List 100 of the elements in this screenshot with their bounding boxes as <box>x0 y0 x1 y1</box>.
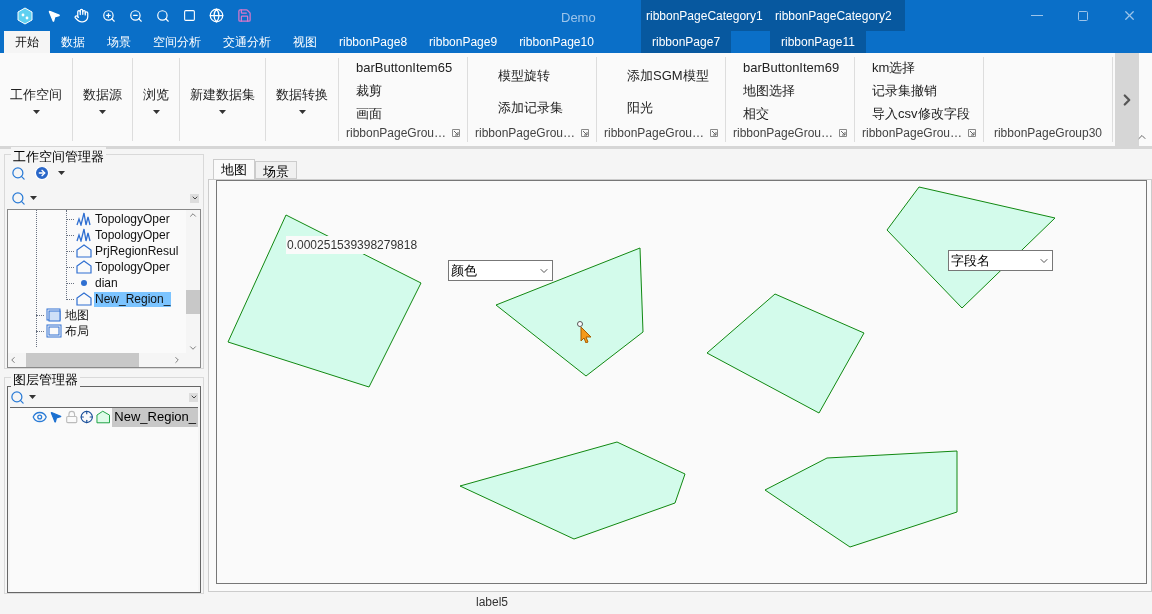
status-label: label5 <box>476 594 509 611</box>
options-button[interactable] <box>189 392 198 402</box>
caret-icon <box>58 171 65 175</box>
app-logo-icon <box>16 6 34 25</box>
layer-name[interactable]: New_Region_ <box>112 408 198 427</box>
chevron-left-icon <box>8 355 18 365</box>
line-dataset-icon <box>76 212 92 226</box>
ribbon-tab[interactable]: 场景 <box>96 31 142 53</box>
panel-title: 工作空间管理器 <box>11 147 106 167</box>
search-icon[interactable] <box>11 190 26 206</box>
dropdown-field[interactable]: 字段名 <box>948 250 1053 271</box>
full-extent-icon[interactable] <box>183 9 196 22</box>
ribbon-item-button[interactable]: 记录集撤销 <box>872 82 983 100</box>
ribbon-tab[interactable]: 空间分析 <box>142 31 212 53</box>
globe-icon[interactable] <box>209 8 224 23</box>
caret-icon <box>219 110 226 115</box>
ribbon-item-button[interactable]: 添加记录集 <box>498 99 563 117</box>
group-caption: ribbonPageGrou… <box>732 125 834 142</box>
group-caption: ribbonPageGrou… <box>474 125 576 142</box>
selectable-icon[interactable] <box>49 410 63 424</box>
dropdown-field[interactable]: 颜色 <box>448 260 553 281</box>
tree-item[interactable]: 布局 <box>64 323 90 339</box>
ribbon-tab[interactable]: ribbonPage7 <box>641 31 732 53</box>
scrollbar-thumb[interactable] <box>26 353 139 367</box>
ribbon-item-button[interactable]: 阳光 <box>627 99 653 117</box>
line-dataset-icon <box>76 228 92 242</box>
zoom-icon[interactable] <box>156 8 170 23</box>
launcher-icon[interactable] <box>968 129 977 137</box>
search-icon[interactable] <box>11 165 26 181</box>
cursor-icon <box>577 321 593 343</box>
ribbon-dropdown-button[interactable]: 浏览 <box>133 58 179 141</box>
group-caption: ribbonPageGroup30 <box>993 125 1103 142</box>
ribbon-tab[interactable]: ribbonPage9 <box>418 31 509 53</box>
tree-item[interactable]: New_Region_ <box>94 291 172 307</box>
caret-icon <box>99 110 106 115</box>
caret-icon <box>30 196 37 200</box>
tree-item[interactable]: 地图 <box>64 307 90 323</box>
ribbon-item-button[interactable]: 画面 <box>356 105 467 123</box>
panel-title: 图层管理器 <box>11 370 80 390</box>
zoom-in-icon[interactable] <box>102 8 116 23</box>
ribbon-category: ribbonPageCategory1 <box>641 0 770 31</box>
scrollbar-thumb[interactable] <box>186 290 200 314</box>
region-dataset-icon <box>76 260 92 274</box>
tree-item[interactable]: TopologyOper <box>94 211 171 227</box>
ribbon-item-button[interactable]: 添加SGM模型 <box>627 67 709 85</box>
launcher-icon[interactable] <box>710 129 719 137</box>
maximize-icon <box>1077 9 1089 22</box>
chevron-right-icon <box>172 355 182 365</box>
ribbon-category: ribbonPageCategory2 <box>770 0 905 31</box>
search-icon[interactable] <box>10 389 25 405</box>
zoom-out-icon[interactable] <box>129 8 143 23</box>
tree-item[interactable]: PrjRegionResul <box>94 243 180 259</box>
minimize-icon <box>1031 15 1043 16</box>
group-caption: ribbonPageGrou… <box>603 125 705 142</box>
launcher-icon[interactable] <box>839 129 848 137</box>
map-tab[interactable]: 场景 <box>255 161 297 179</box>
ribbon-dropdown-button[interactable]: 工作空间 <box>0 58 72 141</box>
region-dataset-icon <box>76 292 92 306</box>
ribbon-dropdown-button[interactable]: 新建数据集 <box>180 58 265 141</box>
chevron-down-icon <box>189 393 198 401</box>
ribbon-item-button[interactable]: 导入csv修改字段 <box>872 105 983 123</box>
ribbon-item-button[interactable]: 模型旋转 <box>498 67 550 85</box>
ribbon-tab[interactable]: 视图 <box>282 31 328 53</box>
ribbon-dropdown-button[interactable]: 数据源 <box>73 58 132 141</box>
ribbon-item-button[interactable]: 地图选择 <box>743 82 854 100</box>
pan-icon[interactable] <box>74 8 89 23</box>
value-label: 0.000251539398279818 <box>286 236 419 254</box>
options-button[interactable] <box>190 193 199 203</box>
ribbon-tab[interactable]: 开始 <box>4 31 50 53</box>
caret-icon <box>298 110 306 115</box>
ribbon-tab[interactable]: ribbonPage11 <box>770 31 866 53</box>
map-canvas[interactable]: 0.000251539398279818 颜色 字段名 <box>216 180 1147 584</box>
caret-icon <box>152 110 160 115</box>
map-icon <box>46 308 62 322</box>
ribbon-item-button[interactable]: km选择 <box>872 59 983 77</box>
tree-item[interactable]: dian <box>94 275 119 291</box>
vertical-scrollbar[interactable] <box>186 210 200 353</box>
map-tab[interactable]: 地图 <box>213 159 255 179</box>
ribbon-tab[interactable]: ribbonPage8 <box>328 31 419 53</box>
tree-item[interactable]: TopologyOper <box>94 259 171 275</box>
launcher-icon[interactable] <box>452 129 461 137</box>
snap-icon[interactable] <box>80 410 94 424</box>
chevron-down-icon <box>188 343 198 353</box>
layout-icon <box>46 324 62 338</box>
visibility-icon[interactable] <box>32 409 48 425</box>
group-caption: ribbonPageGrou… <box>861 125 963 142</box>
ribbon-item-button[interactable]: barButtonItem69 <box>743 59 854 77</box>
tree-item[interactable]: TopologyOper <box>94 227 171 243</box>
ribbon-tab[interactable]: 数据 <box>50 31 96 53</box>
ribbon-tab[interactable]: ribbonPage10 <box>508 31 605 53</box>
ribbon-dropdown-button[interactable]: 数据转换 <box>266 58 338 141</box>
ribbon-item-button[interactable]: barButtonItem65 <box>356 59 467 77</box>
ribbon-item-button[interactable]: 相交 <box>743 105 854 123</box>
launcher-icon[interactable] <box>581 129 590 137</box>
region-layer-icon <box>95 410 111 424</box>
ribbon-tab[interactable]: 交通分析 <box>212 31 282 53</box>
horizontal-scrollbar[interactable] <box>8 353 200 367</box>
ribbon-item-button[interactable]: 裁剪 <box>356 82 467 100</box>
caret-icon <box>32 110 40 115</box>
pointer-icon[interactable] <box>47 8 61 23</box>
